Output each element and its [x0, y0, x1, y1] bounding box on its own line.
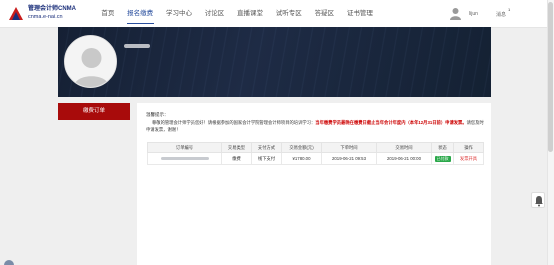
nav-item-qa[interactable]: 答疑区	[308, 0, 340, 28]
orders-table: 订单编号 交易类型 支付方式 交易金额(元) 下单时间 交易时间 状态 操作 缴…	[147, 142, 484, 165]
status-badge: 已付款	[434, 155, 451, 162]
column-header: 操作	[453, 142, 484, 153]
nav-item-home[interactable]: 首页	[95, 0, 121, 28]
amount-cell: ¥1780.00	[281, 152, 322, 165]
column-header: 交易类型	[221, 142, 252, 153]
messages-count-badge: 1	[508, 7, 511, 12]
cnma-logo-icon[interactable]	[7, 5, 25, 22]
pay-method-cell: 线下支付	[251, 152, 282, 165]
scrollbar-thumb[interactable]	[548, 2, 553, 152]
trade-time-cell: 2019-06-21 00:00	[376, 152, 432, 165]
nav-item-certificates[interactable]: 证书管理	[340, 0, 379, 28]
nav-item-trial[interactable]: 试听专区	[269, 0, 308, 28]
bell-icon	[535, 196, 543, 207]
top-header: 管理会计师CNMA cnma.e-nai.cn 首页 报名缴费 学习中心 讨论区…	[0, 0, 554, 28]
notice-title: 温馨提示：	[146, 112, 169, 117]
user-avatar-icon[interactable]	[450, 7, 461, 20]
help-widget-icon[interactable]	[4, 258, 14, 265]
main-nav: 首页 报名缴费 学习中心 讨论区 直播课堂 试听专区 答疑区 证书管理	[95, 0, 379, 28]
brand-domain: cnma.e-nai.cn	[28, 14, 63, 20]
column-header: 订单编号	[147, 142, 222, 153]
trade-type-cell: 缴费	[221, 152, 252, 165]
column-header: 支付方式	[251, 142, 282, 153]
order-time-cell: 2019-06-21 09:53	[321, 152, 377, 165]
issue-invoice-link[interactable]: 发票开具	[460, 156, 477, 161]
notice-text-highlight: 当年缴费学员最晚在缴费日截止当年会计年度内（本年12月31日前）申请发票。	[315, 120, 467, 125]
orders-panel: 温馨提示： 尊敬的管理会计师学员您好！请根据参加的国家会计学院管理会计师项目的培…	[137, 103, 491, 265]
default-user-icon	[65, 36, 116, 87]
nav-item-forum[interactable]: 讨论区	[198, 0, 230, 28]
floating-bell-button[interactable]	[531, 192, 545, 208]
notice-body: 尊敬的管理会计师学员您好！请根据参加的国家会计学院管理会计师项目的培训学习：当年…	[146, 119, 484, 133]
column-header: 交易金额(元)	[281, 142, 322, 153]
column-header: 状态	[431, 142, 454, 153]
nav-item-study-center[interactable]: 学习中心	[160, 0, 199, 28]
nav-item-registration[interactable]: 报名缴费	[121, 0, 160, 28]
header-username[interactable]: lijun	[469, 11, 478, 17]
column-header: 下单时间	[321, 142, 377, 153]
profile-avatar	[64, 35, 117, 88]
order-number-cell	[147, 152, 222, 165]
order-number-redacted	[160, 157, 209, 161]
header-messages-link[interactable]: 消息	[496, 11, 506, 18]
table-row: 缴费 线下支付 ¥1780.00 2019-06-21 09:53 2019-0…	[147, 152, 484, 165]
action-cell: 发票开具	[453, 152, 484, 165]
status-cell: 已付款	[431, 152, 454, 165]
table-header-row: 订单编号 交易类型 支付方式 交易金额(元) 下单时间 交易时间 状态 操作	[147, 142, 484, 153]
notice-text-prefix: 尊敬的管理会计师学员您好！请根据参加的国家会计学院管理会计师项目的培训学习：	[152, 120, 316, 125]
column-header: 交易时间	[376, 142, 432, 153]
profile-banner	[58, 27, 491, 97]
brand-name: 管理会计师CNMA	[28, 6, 76, 12]
profile-username-redacted	[124, 44, 150, 48]
sidebar-item-paid-orders[interactable]: 缴费订单	[58, 103, 130, 120]
nav-item-live-class[interactable]: 直播课堂	[231, 0, 270, 28]
